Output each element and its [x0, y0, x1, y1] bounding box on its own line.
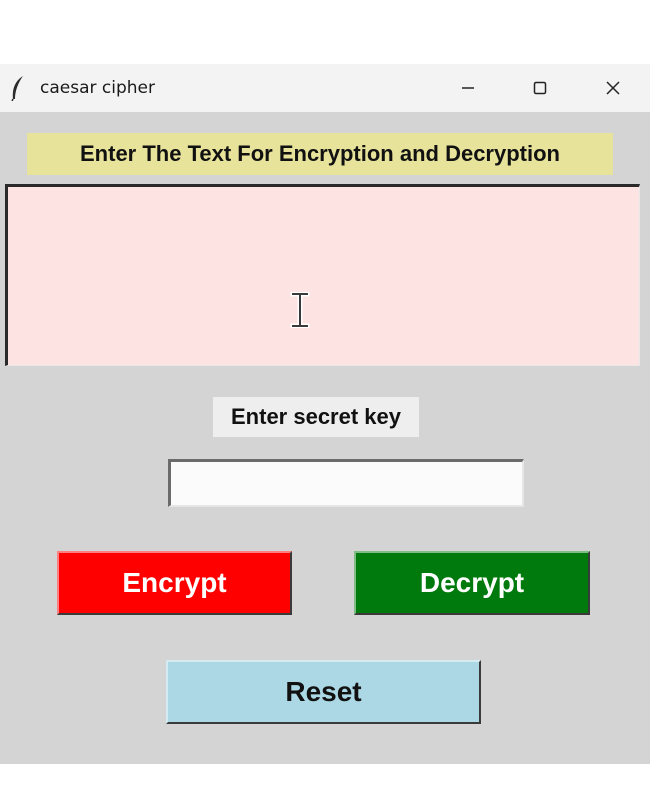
secret-key-label: Enter secret key — [213, 397, 419, 437]
maximize-button[interactable] — [518, 72, 562, 104]
reset-button[interactable]: Reset — [166, 660, 481, 724]
app-window: caesar cipher Enter The Text For Encrypt… — [0, 64, 650, 764]
maximize-icon — [533, 81, 547, 95]
minimize-icon — [462, 87, 474, 89]
window-title: caesar cipher — [40, 78, 155, 98]
message-textarea[interactable] — [5, 184, 640, 366]
feather-icon — [11, 76, 23, 101]
close-button[interactable] — [591, 72, 635, 104]
title-bar[interactable]: caesar cipher — [0, 64, 650, 112]
text-cursor-icon — [290, 292, 310, 328]
minimize-button[interactable] — [446, 72, 490, 104]
instruction-label: Enter The Text For Encryption and Decryp… — [27, 133, 613, 175]
close-icon — [606, 81, 620, 95]
decrypt-button[interactable]: Decrypt — [354, 551, 590, 615]
encrypt-button[interactable]: Encrypt — [57, 551, 292, 615]
secret-key-input[interactable] — [168, 459, 524, 507]
